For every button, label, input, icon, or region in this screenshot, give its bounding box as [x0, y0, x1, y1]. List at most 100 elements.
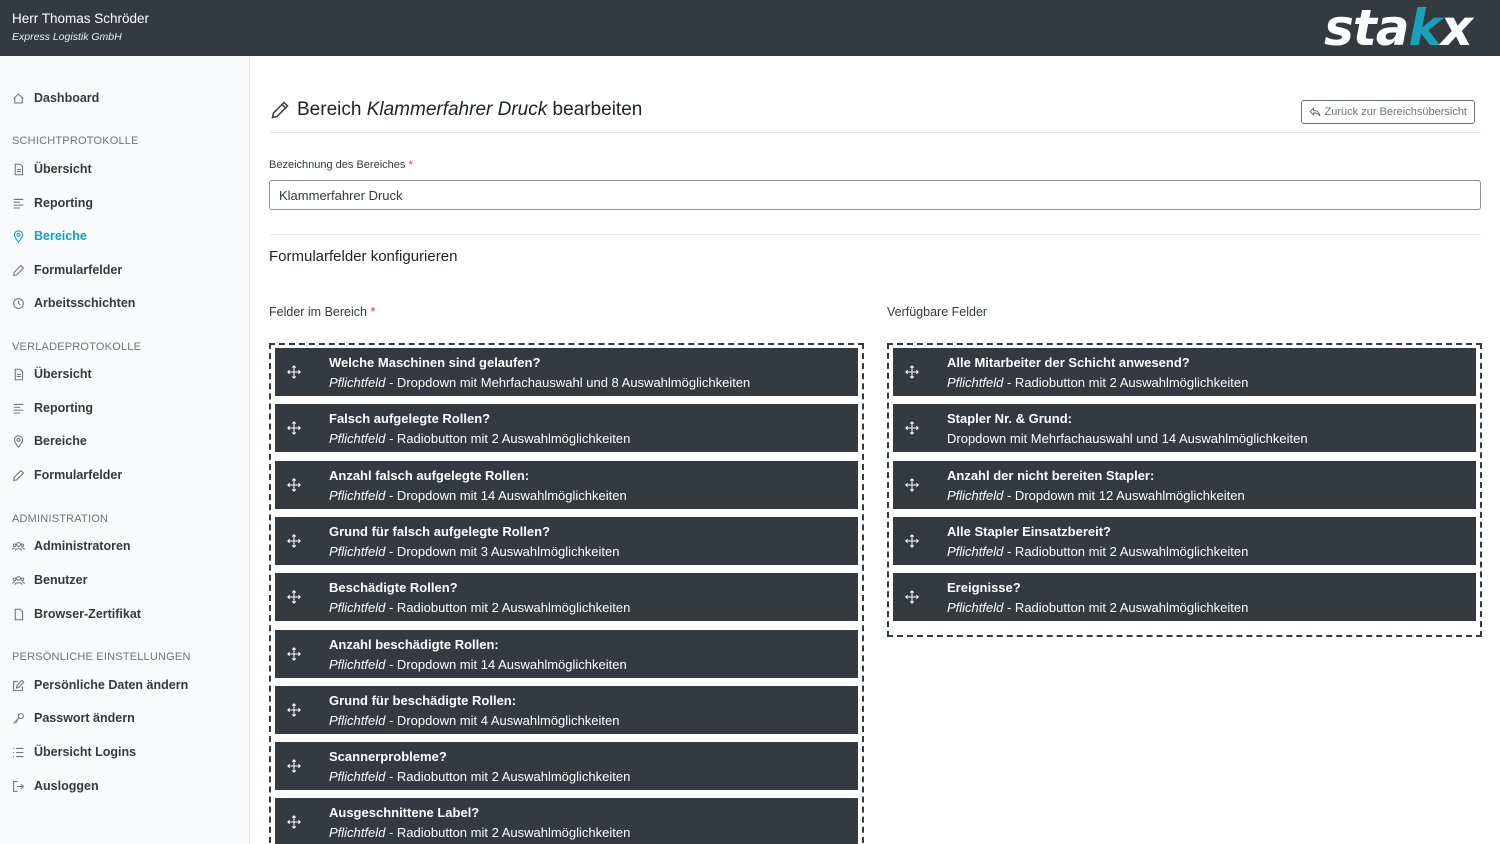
available-fields-dropzone[interactable]: Alle Mitarbeiter der Schicht anwesend? Pf… [887, 343, 1482, 637]
move-icon[interactable] [287, 702, 301, 717]
page-title-prefix: Bereich [297, 99, 362, 120]
stakx-logo[interactable]: stakx [1324, 0, 1473, 57]
move-icon[interactable] [905, 590, 919, 605]
field-description: Pflichtfeld - Dropdown mit 4 Auswahlmögl… [329, 713, 619, 728]
field-title: Ausgeschnittene Label? [329, 805, 480, 821]
sidebar-item-label: Reporting [34, 401, 94, 415]
sidebar-item-verlade-formularfelder[interactable]: Formularfelder [12, 465, 122, 485]
sidebar-item-uebersicht-logins[interactable]: Übersicht Logins [12, 742, 136, 762]
form-field-card[interactable]: Anzahl der nicht bereiten Stapler: Pflich… [893, 460, 1476, 509]
sidebar: Dashboard SCHICHTPROTOKOLLE Übersicht Re… [0, 56, 250, 844]
field-type-text: - Radiobutton mit 2 Auswahlmöglichkeiten [1003, 375, 1249, 390]
form-field-card[interactable]: Ausgeschnittene Label? Pflichtfeld - Radi… [275, 798, 858, 844]
form-field-card[interactable]: Stapler Nr. & Grund: Dropdown mit Mehrfac… [893, 404, 1476, 453]
field-required-flag: Pflichtfeld [947, 487, 1004, 503]
sidebar-item-label: Bereiche [34, 229, 87, 243]
field-title: Alle Mitarbeiter der Schicht anwesend? [947, 355, 1190, 370]
move-icon[interactable] [287, 421, 301, 436]
field-required-flag: Pflichtfeld [947, 543, 1004, 559]
move-icon[interactable] [905, 421, 919, 436]
area-name-input[interactable] [269, 180, 1481, 210]
sidebar-item-benutzer[interactable]: Benutzer [12, 570, 87, 590]
sidebar-item-ausloggen[interactable]: Ausloggen [12, 776, 99, 796]
move-icon[interactable] [905, 534, 919, 548]
sidebar-item-label: Arbeitsschichten [34, 296, 136, 310]
field-title: Stapler Nr. & Grund: [947, 411, 1072, 427]
move-icon[interactable] [287, 590, 301, 605]
section-divider [270, 234, 1481, 235]
move-icon[interactable] [287, 759, 301, 773]
form-field-card[interactable]: Falsch aufgelegte Rollen? Pflichtfeld - R… [275, 404, 858, 453]
page-title: Bereich Klammerfahrer Druck bearbeiten [270, 96, 642, 124]
top-bar: Herr Thomas Schröder Express Logistik Gm… [0, 0, 1500, 56]
sidebar-heading-schichtprotokolle: SCHICHTPROTOKOLLE [12, 135, 139, 147]
field-description: Pflichtfeld - Radiobutton mit 2 Auswahlm… [947, 375, 1248, 390]
file-icon [14, 163, 24, 175]
sidebar-item-schicht-arbeitsschichten[interactable]: Arbeitsschichten [12, 293, 135, 313]
field-title: Anzahl beschädigte Rollen: [329, 636, 499, 652]
sidebar-item-passwort-aendern[interactable]: Passwort ändern [12, 708, 135, 728]
field-required-flag: Pflichtfeld [329, 769, 386, 785]
sidebar-item-verlade-uebersicht[interactable]: Übersicht [12, 364, 92, 384]
area-name-label: Bezeichnung des Bereiches * [269, 159, 413, 171]
sidebar-item-administratoren[interactable]: Administratoren [12, 536, 131, 556]
sidebar-item-label: Übersicht [34, 162, 92, 176]
field-description: Pflichtfeld - Dropdown mit 14 Auswahlmög… [329, 657, 627, 672]
sidebar-item-schicht-bereiche[interactable]: Bereiche [12, 226, 87, 246]
move-icon[interactable] [287, 815, 301, 830]
sidebar-item-schicht-formularfelder[interactable]: Formularfelder [12, 260, 122, 280]
sidebar-item-label: Passwort ändern [34, 711, 135, 725]
move-icon[interactable] [287, 365, 301, 379]
sidebar-item-dashboard[interactable]: Dashboard [12, 88, 99, 108]
field-title: Grund für falsch aufgelegte Rollen? [329, 523, 551, 539]
logo-part-main: sta [1324, 0, 1409, 57]
field-description: Pflichtfeld - Dropdown mit Mehrfachauswa… [329, 375, 750, 390]
form-field-card[interactable]: Grund für beschädigte Rollen: Pflichtfeld… [275, 685, 858, 734]
user-info: Herr Thomas Schröder Express Logistik Gm… [12, 11, 149, 44]
users-icon [12, 575, 25, 585]
map-pin-icon [13, 229, 24, 243]
move-icon[interactable] [287, 534, 301, 548]
move-icon[interactable] [287, 646, 301, 661]
field-description: Pflichtfeld - Dropdown mit 3 Auswahlmögl… [329, 544, 619, 559]
move-icon[interactable] [905, 365, 919, 379]
field-title: Falsch aufgelegte Rollen? [329, 411, 491, 427]
sidebar-item-verlade-reporting[interactable]: Reporting [12, 398, 93, 418]
field-type-text: - Radiobutton mit 2 Auswahlmöglichkeiten [385, 600, 631, 616]
sidebar-item-label: Formularfelder [34, 468, 123, 482]
field-description: Pflichtfeld - Radiobutton mit 2 Auswahlm… [329, 825, 630, 840]
fields-in-area-label: Felder im Bereich * [269, 305, 375, 319]
sidebar-item-persoenliche-daten[interactable]: Persönliche Daten ändern [12, 675, 188, 695]
field-type-text: - Dropdown mit 14 Auswahlmöglichkeiten [385, 656, 627, 672]
form-field-card[interactable]: Anzahl falsch aufgelegte Rollen: Pflichtf… [275, 460, 858, 509]
fields-in-area-label-text: Felder im Bereich [269, 305, 367, 319]
sidebar-item-schicht-uebersicht[interactable]: Übersicht [12, 159, 92, 179]
back-button-label: Zurück zur Bereichsübersicht [1324, 106, 1467, 118]
field-description: Pflichtfeld - Radiobutton mit 2 Auswahlm… [329, 769, 630, 784]
field-description: Pflichtfeld - Radiobutton mit 2 Auswahlm… [329, 600, 630, 615]
sidebar-item-verlade-bereiche[interactable]: Bereiche [12, 431, 87, 451]
sidebar-item-browser-zertifikat[interactable]: Browser-Zertifikat [12, 604, 141, 624]
main-content: Bereich Klammerfahrer Druck bearbeiten Z… [250, 56, 1500, 844]
form-field-card[interactable]: Ereignisse? Pflichtfeld - Radiobutton mit… [893, 573, 1476, 622]
field-type-text: - Radiobutton mit 2 Auswahlmöglichkeiten [385, 825, 631, 841]
align-left-icon [13, 198, 24, 208]
form-field-card[interactable]: Scannerprobleme? Pflichtfeld - Radiobutto… [275, 742, 858, 791]
back-to-overview-button[interactable]: Zurück zur Bereichsübersicht [1300, 100, 1475, 124]
field-required-flag: Pflichtfeld [329, 600, 386, 616]
form-field-card[interactable]: Alle Mitarbeiter der Schicht anwesend? Pf… [893, 348, 1476, 396]
form-field-card[interactable]: Beschädigte Rollen? Pflichtfeld - Radiobu… [275, 573, 858, 622]
field-type-text: - Dropdown mit Mehrfachauswahl und 8 Aus… [385, 375, 751, 390]
move-icon[interactable] [287, 477, 301, 492]
sidebar-item-label: Bereiche [34, 434, 87, 448]
fields-in-area-dropzone[interactable]: Welche Maschinen sind gelaufen? Pflichtfe… [269, 343, 864, 844]
sidebar-item-schicht-reporting[interactable]: Reporting [12, 193, 93, 213]
form-field-card[interactable]: Grund für falsch aufgelegte Rollen? Pflic… [275, 516, 858, 565]
form-field-card[interactable]: Welche Maschinen sind gelaufen? Pflichtfe… [275, 348, 858, 396]
form-field-card[interactable]: Alle Stapler Einsatzbereit? Pflichtfeld -… [893, 516, 1476, 565]
form-field-card[interactable]: Anzahl beschädigte Rollen: Pflichtfeld - … [275, 629, 858, 678]
edit-icon [13, 678, 25, 691]
sidebar-item-label: Administratoren [34, 539, 131, 553]
move-icon[interactable] [905, 477, 919, 492]
file-icon [14, 608, 24, 620]
